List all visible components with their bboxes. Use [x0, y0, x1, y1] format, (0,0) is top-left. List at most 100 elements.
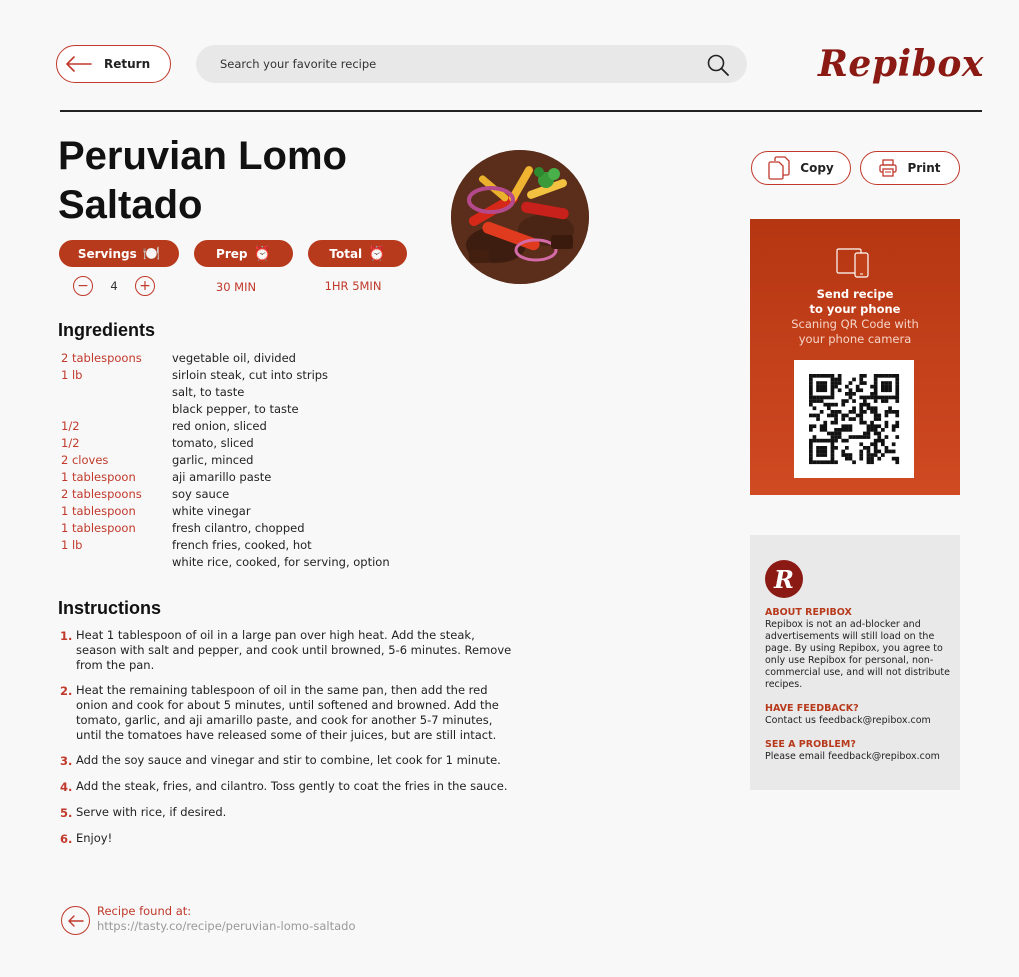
ingredient-name: soy sauce: [172, 487, 230, 501]
step-number: 5.: [60, 806, 73, 820]
ingredient-name: aji amarillo paste: [172, 470, 272, 484]
problem-text[interactable]: Please email feedback@repibox.com: [765, 751, 953, 763]
ingredient-quantity: 1 lb: [61, 538, 83, 552]
back-to-source-button[interactable]: [61, 906, 90, 935]
instruction-step: 3. Add the soy sauce and vinegar and stir…: [60, 753, 520, 769]
total-pill: Total ⏰: [308, 240, 407, 267]
dish-photo: [451, 150, 589, 284]
prep-pill: Prep ⏰: [194, 240, 293, 267]
search-icon[interactable]: [707, 54, 729, 76]
ingredients-heading: Ingredients: [58, 320, 156, 340]
search-bar: [196, 45, 747, 83]
copy-icon: [768, 156, 790, 180]
ingredient-name: french fries, cooked, hot: [172, 538, 312, 552]
step-text: Serve with rice, if desired.: [76, 805, 227, 819]
servings-value: 4: [110, 279, 118, 293]
step-number: 3.: [60, 754, 73, 768]
qr-subtitle-line1: Scaning QR Code with: [791, 317, 919, 331]
print-label: Print: [907, 161, 941, 175]
problem-heading: SEE A PROBLEM?: [765, 739, 856, 750]
step-text: Add the steak, fries, and cilantro. Toss…: [76, 779, 508, 793]
ingredient-quantity: 1 tablespoon: [61, 521, 136, 535]
instruction-step: 4. Add the steak, fries, and cilantro. To…: [60, 779, 520, 795]
instruction-step: 2. Heat the remaining tablespoon of oil i…: [60, 683, 520, 743]
ingredient-row: 1 lb french fries, cooked, hot: [61, 537, 461, 554]
ingredient-row: 1/2 red onion, sliced: [61, 418, 461, 435]
servings-label: Servings: [77, 246, 137, 261]
arrow-left-icon: [66, 56, 92, 72]
source-label: Recipe found at:: [97, 904, 192, 918]
servings-pill: Servings 🍽️: [59, 240, 179, 267]
ingredient-name: red onion, sliced: [172, 419, 267, 433]
ingredient-name: salt, to taste: [172, 385, 245, 399]
about-heading: ABOUT REPIBOX: [765, 607, 852, 618]
repibox-logo[interactable]: Repibox: [818, 43, 984, 85]
ingredient-row: 2 tablespoons vegetable oil, divided: [61, 350, 461, 367]
tablet-phone-icon: [836, 248, 869, 278]
feedback-text[interactable]: Contact us feedback@repibox.com: [765, 715, 953, 727]
total-value: 1HR 5MIN: [324, 279, 382, 293]
alarm-clock-icon: ⏰: [368, 245, 386, 262]
qr-subtitle-line2: your phone camera: [798, 332, 912, 346]
ingredient-quantity: 1 tablespoon: [61, 470, 136, 484]
ingredient-row: black pepper, to taste: [61, 401, 461, 418]
return-label: Return: [104, 57, 151, 71]
ingredient-name: sirloin steak, cut into strips: [172, 368, 329, 382]
source-url-link[interactable]: https://tasty.co/recipe/peruvian-lomo-sa…: [97, 919, 356, 934]
ingredient-quantity: [61, 554, 172, 571]
instructions-list: 1. Heat 1 tablespoon of oil in a large pa…: [60, 628, 520, 857]
ingredient-quantity: [61, 384, 172, 401]
step-number: 2.: [60, 684, 73, 698]
ingredient-quantity: 2 tablespoons: [61, 487, 142, 501]
step-text: Heat the remaining tablespoon of oil in …: [76, 683, 499, 742]
return-button[interactable]: Return: [56, 45, 171, 83]
about-repibox-card: R ABOUT REPIBOX Repibox is not an ad-blo…: [750, 535, 960, 790]
step-number: 4.: [60, 780, 73, 794]
instruction-step: 5. Serve with rice, if desired.: [60, 805, 520, 821]
prep-value: 30 MIN: [215, 280, 257, 294]
ingredient-row: white rice, cooked, for serving, option: [61, 554, 461, 571]
step-text: Enjoy!: [76, 831, 113, 845]
arrow-left-icon: [67, 914, 84, 927]
ingredient-row: 2 cloves garlic, minced: [61, 452, 461, 469]
step-number: 6.: [60, 832, 73, 846]
ingredient-name: garlic, minced: [172, 453, 254, 467]
ingredients-list: 2 tablespoons vegetable oil, divided 1 lb s…: [61, 350, 461, 571]
step-text: Heat 1 tablespoon of oil in a large pan …: [76, 628, 512, 672]
send-to-phone-card: Send recipe to your phone Scaning QR Cod…: [750, 219, 960, 495]
servings-decrease-button[interactable]: −: [73, 276, 93, 296]
prep-label: Prep: [216, 246, 248, 261]
instruction-step: 6. Enjoy!: [60, 831, 520, 847]
plate-icon: 🍽️: [142, 245, 161, 262]
ingredient-name: white rice, cooked, for serving, option: [172, 555, 390, 569]
copy-button[interactable]: Copy: [751, 151, 851, 185]
ingredient-name: black pepper, to taste: [172, 402, 299, 416]
qr-title-line1: Send recipe: [816, 287, 894, 301]
instructions-heading: Instructions: [58, 598, 162, 618]
ingredient-quantity: 1 lb: [61, 368, 83, 382]
print-button[interactable]: Print: [860, 151, 960, 185]
qr-title-line2: to your phone: [809, 302, 901, 316]
step-text: Add the soy sauce and vinegar and stir t…: [76, 753, 501, 767]
feedback-heading: HAVE FEEDBACK?: [765, 703, 859, 714]
ingredient-row: 1/2 tomato, sliced: [61, 435, 461, 452]
ingredient-row: 1 tablespoon white vinegar: [61, 503, 461, 520]
recipe-source: Recipe found at: https://tasty.co/recipe…: [61, 904, 356, 935]
ingredient-row: 1 tablespoon fresh cilantro, chopped: [61, 520, 461, 537]
search-input[interactable]: [220, 57, 690, 71]
instruction-step: 1. Heat 1 tablespoon of oil in a large pa…: [60, 628, 520, 673]
ingredient-name: fresh cilantro, chopped: [172, 521, 305, 535]
ingredient-row: salt, to taste: [61, 384, 461, 401]
ingredient-row: 1 lb sirloin steak, cut into strips: [61, 367, 461, 384]
header-divider: [60, 110, 982, 112]
ingredient-quantity: 1 tablespoon: [61, 504, 136, 518]
ingredient-quantity: 1/2: [61, 436, 80, 450]
total-label: Total: [329, 246, 363, 261]
about-text: Repibox is not an ad-blocker and adverti…: [765, 619, 950, 690]
ingredient-quantity: [61, 401, 172, 418]
ingredient-name: vegetable oil, divided: [172, 351, 296, 365]
ingredient-quantity: 2 cloves: [61, 453, 109, 467]
step-number: 1.: [60, 629, 73, 643]
servings-increase-button[interactable]: +: [135, 276, 155, 296]
ingredient-row: 1 tablespoon aji amarillo paste: [61, 469, 461, 486]
